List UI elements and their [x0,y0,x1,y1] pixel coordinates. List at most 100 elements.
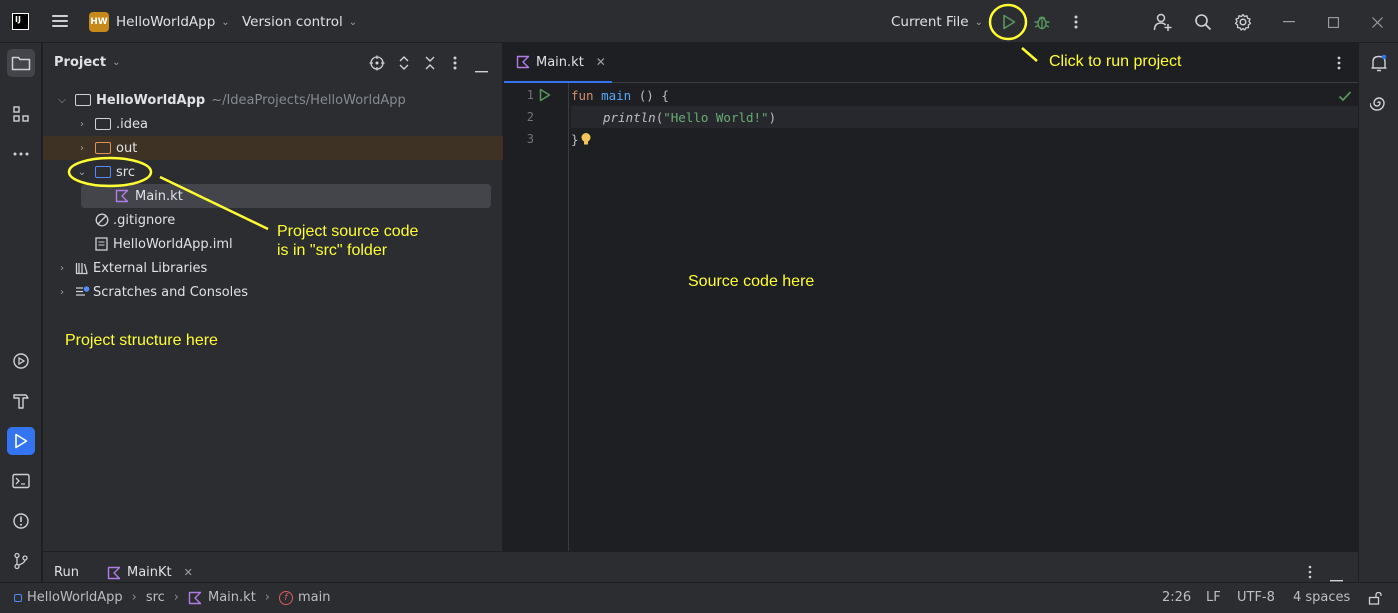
run-icon [1003,14,1016,30]
annotation-source: Source code here [688,273,815,290]
app-logo[interactable]: IJ [12,13,29,30]
expand-all-button[interactable] [397,55,411,75]
tab-main-kt[interactable]: Main.kt ✕ [504,43,612,83]
project-panel-header: Project ⌄ [43,43,503,83]
tree-item-external-libraries[interactable]: › External Libraries [43,256,503,280]
run-tab-mainkt[interactable]: MainKt ✕ [107,565,193,580]
project-options-button[interactable] [453,55,457,75]
breadcrumb-project[interactable]: HelloWorldApp [27,590,123,605]
file-icon [95,237,108,251]
editor-area: Main.kt ✕ 1 2 3 fun main () { println ( … [504,43,1358,551]
code-text: } [571,131,579,147]
title-bar: IJ HW HelloWorldApp ⌄ Version control ⌄ … [0,0,1398,43]
project-view-selector[interactable]: Project ⌄ [54,55,120,70]
debug-button[interactable] [1031,11,1053,33]
caret-position[interactable]: 2:26 [1162,590,1191,605]
tree-item-label: .idea [116,116,148,132]
locate-file-button[interactable] [369,55,385,75]
gutter-run-button[interactable] [539,88,551,106]
git-tool-button[interactable] [7,547,35,575]
notifications-button[interactable] [1365,49,1393,77]
breadcrumb-function[interactable]: main [298,590,330,605]
close-tab-icon[interactable]: ✕ [596,55,606,69]
breadcrumb-file[interactable]: Main.kt [208,590,256,605]
vcs-menu[interactable]: Version control ⌄ [242,12,357,32]
minimize-window-button[interactable] [1281,11,1297,33]
chevron-right-icon: › [60,262,64,274]
run-config-selector[interactable]: Current File ⌄ [891,12,983,32]
more-actions-button[interactable] [1066,11,1086,33]
hide-panel-button[interactable] [475,62,488,77]
tree-item-scratches[interactable]: › Scratches and Consoles [43,280,503,304]
problems-icon [13,513,29,529]
project-panel-title: Project [54,55,107,70]
chevron-right-icon: › [80,118,84,130]
close-window-button[interactable] [1369,11,1385,33]
excluded-folder-icon [95,142,111,154]
close-tab-icon[interactable]: ✕ [184,566,193,579]
collapse-all-button[interactable] [423,55,437,75]
indent-setting[interactable]: 4 spaces [1293,590,1350,605]
main-menu-button[interactable] [52,15,68,27]
lightbulb-icon[interactable] [580,132,592,146]
project-badge: HW [89,12,109,32]
tree-item-root[interactable]: ⌵ HelloWorldApp ~/IdeaProjects/HelloWorl… [43,88,503,112]
tree-item-label: HelloWorldApp.iml [113,236,233,252]
vertical-dots-icon [1308,565,1312,579]
tree-item-src[interactable]: ⌄ src [43,160,503,184]
code-line-3[interactable]: } [571,128,1358,150]
terminal-icon [12,473,30,489]
collapse-icon [425,56,435,70]
search-button[interactable] [1192,11,1214,33]
tree-item-label: .gitignore [113,212,176,228]
run-config-label: Current File [891,14,969,30]
code-with-me-button[interactable] [1152,11,1174,33]
settings-button[interactable] [1232,11,1254,33]
bug-icon [1034,16,1050,30]
ai-assistant-button[interactable] [1365,89,1393,117]
chevron-right-icon: › [131,590,137,605]
tree-item-iml[interactable]: HelloWorldApp.iml [43,232,503,256]
project-name: HelloWorldApp [116,14,216,30]
file-encoding[interactable]: UTF-8 [1237,590,1275,605]
structure-tool-button[interactable] [7,100,35,128]
code-line-1[interactable]: fun main () { [571,84,1358,106]
tree-item-gitignore[interactable]: .gitignore [43,208,503,232]
checkmark-icon [1338,91,1352,102]
run-options-button[interactable] [1308,565,1312,583]
inspection-ok-indicator[interactable] [1338,90,1352,106]
services-tool-button[interactable] [7,347,35,375]
scratches-icon [76,286,90,296]
line-separator[interactable]: LF [1206,590,1221,605]
build-tool-button[interactable] [7,387,35,415]
tree-item-main-kt[interactable]: Main.kt [81,184,491,208]
maximize-window-button[interactable] [1325,11,1341,33]
problems-tool-button[interactable] [7,507,35,535]
hammer-icon [13,394,29,409]
read-only-toggle[interactable] [1368,591,1382,609]
run-button[interactable] [998,11,1020,33]
chevron-right-icon: › [173,590,179,605]
breadcrumb-src[interactable]: src [146,590,165,605]
project-switcher[interactable]: HW HelloWorldApp ⌄ [89,12,230,32]
left-tool-window-bar [0,43,42,582]
function-icon: f [279,590,293,605]
crosshair-icon [369,55,385,71]
add-user-icon [1153,13,1172,31]
source-folder-icon [95,166,111,178]
run-tool-button[interactable] [7,427,35,455]
editor-options-button[interactable] [1337,55,1341,75]
services-icon [13,353,29,369]
tree-item-idea[interactable]: › .idea [43,112,503,136]
project-tool-window: Project ⌄ ⌵ HelloWorldApp ~/IdeaProjects… [43,43,503,551]
more-tools-button[interactable] [7,140,35,168]
keyword-fun: fun [571,87,594,103]
terminal-tool-button[interactable] [7,467,35,495]
tree-item-out[interactable]: › out [43,136,503,160]
intellij-logo-icon: IJ [12,13,29,30]
git-branch-icon [14,552,28,570]
code-line-2[interactable]: println ( "Hello World!" ) [571,106,1358,128]
string-literal: "Hello World!" [663,109,769,125]
project-tool-button[interactable] [7,49,35,77]
hamburger-menu-icon [52,15,68,27]
